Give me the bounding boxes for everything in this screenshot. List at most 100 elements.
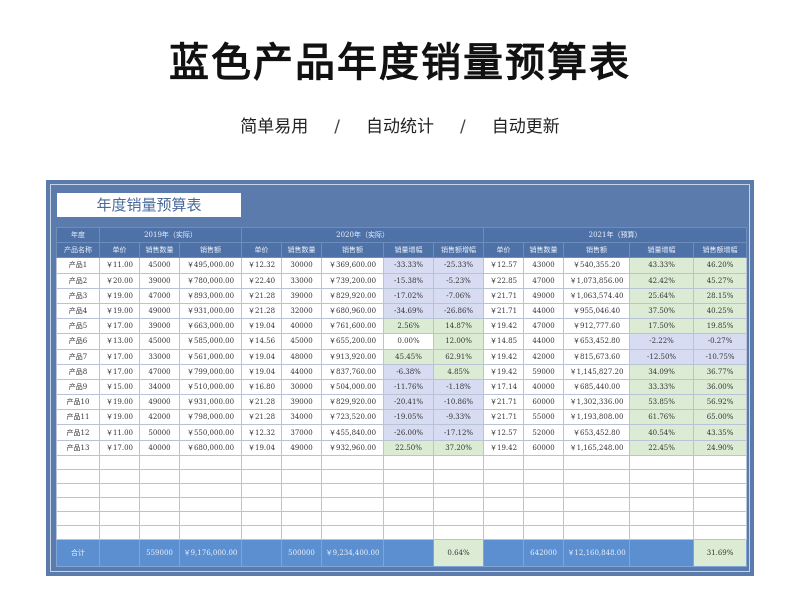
cell-q20[interactable]: 39000 xyxy=(281,394,323,411)
total-empty-cell[interactable] xyxy=(99,538,140,567)
empty-cell[interactable] xyxy=(321,510,385,526)
cell-qg20[interactable]: -26.00% xyxy=(383,424,435,441)
empty-cell[interactable] xyxy=(241,524,283,540)
cell-q20[interactable]: 37000 xyxy=(281,424,323,441)
empty-cell[interactable] xyxy=(629,510,695,526)
total-empty-cell[interactable] xyxy=(483,538,525,567)
empty-cell[interactable] xyxy=(321,454,385,470)
cell-qg21[interactable]: 61.76% xyxy=(629,409,695,426)
cell-a19[interactable]: ￥495,000.00 xyxy=(178,257,243,274)
cell-p20[interactable]: ￥19.04 xyxy=(241,348,283,365)
cell-p20[interactable]: ￥21.28 xyxy=(241,394,283,411)
cell-ag20[interactable]: -25.33% xyxy=(433,257,485,274)
cell-a21[interactable]: ￥1,145,827.20 xyxy=(563,363,631,380)
cell-q19[interactable]: 33000 xyxy=(139,348,180,365)
cell-q20[interactable]: 48000 xyxy=(281,348,323,365)
cell-name[interactable]: 产品5 xyxy=(56,318,100,335)
cell-a20[interactable]: ￥723,520.00 xyxy=(321,409,385,426)
cell-q20[interactable]: 32000 xyxy=(281,302,323,320)
cell-q21[interactable]: 60000 xyxy=(523,439,565,456)
empty-cell[interactable] xyxy=(281,524,323,540)
total-empty-cell[interactable] xyxy=(241,538,283,567)
cell-name[interactable]: 产品13 xyxy=(56,439,100,456)
cell-qg20[interactable]: -20.41% xyxy=(383,394,435,411)
empty-cell[interactable] xyxy=(139,482,180,498)
cell-p19[interactable]: ￥11.00 xyxy=(99,257,140,274)
cell-p19[interactable]: ￥17.00 xyxy=(99,363,140,380)
cell-q21[interactable]: 55000 xyxy=(523,409,565,426)
cell-p20[interactable]: ￥16.80 xyxy=(241,378,283,396)
empty-cell[interactable] xyxy=(629,454,695,470)
cell-qg21[interactable]: -2.22% xyxy=(629,333,695,350)
cell-a19[interactable]: ￥680,000.00 xyxy=(178,439,243,456)
empty-cell[interactable] xyxy=(523,482,565,498)
empty-cell[interactable] xyxy=(321,482,385,498)
empty-cell[interactable] xyxy=(433,524,485,540)
cell-a20[interactable]: ￥829,920.00 xyxy=(321,287,385,304)
cell-q20[interactable]: 45000 xyxy=(281,333,323,350)
cell-qg20[interactable]: -6.38% xyxy=(383,363,435,380)
cell-qg21[interactable]: 25.64% xyxy=(629,287,695,304)
cell-ag21[interactable]: 24.90% xyxy=(693,439,748,456)
cell-ag20[interactable]: -7.06% xyxy=(433,287,485,304)
cell-a19[interactable]: ￥510,000.00 xyxy=(178,378,243,396)
cell-p20[interactable]: ￥14.56 xyxy=(241,333,283,350)
cell-a19[interactable]: ￥663,000.00 xyxy=(178,318,243,335)
empty-cell[interactable] xyxy=(178,510,243,526)
empty-cell[interactable] xyxy=(281,482,323,498)
empty-cell[interactable] xyxy=(99,524,140,540)
empty-cell[interactable] xyxy=(139,468,180,484)
empty-cell[interactable] xyxy=(383,510,435,526)
cell-p21[interactable]: ￥19.42 xyxy=(483,439,525,456)
empty-cell[interactable] xyxy=(99,454,140,470)
cell-p21[interactable]: ￥19.42 xyxy=(483,318,525,335)
cell-ag21[interactable]: 46.20% xyxy=(693,257,748,274)
cell-q20[interactable]: 33000 xyxy=(281,272,323,289)
cell-q20[interactable]: 30000 xyxy=(281,378,323,396)
empty-cell[interactable] xyxy=(56,454,100,470)
cell-p19[interactable]: ￥11.00 xyxy=(99,424,140,441)
cell-p19[interactable]: ￥19.00 xyxy=(99,287,140,304)
empty-cell[interactable] xyxy=(693,524,748,540)
cell-p20[interactable]: ￥21.28 xyxy=(241,302,283,320)
cell-a21[interactable]: ￥1,063,574.40 xyxy=(563,287,631,304)
cell-qg20[interactable]: 45.45% xyxy=(383,348,435,365)
empty-cell[interactable] xyxy=(629,496,695,512)
cell-ag20[interactable]: -5.23% xyxy=(433,272,485,289)
empty-cell[interactable] xyxy=(99,496,140,512)
cell-ag21[interactable]: -10.75% xyxy=(693,348,748,365)
cell-ag20[interactable]: -1.18% xyxy=(433,378,485,396)
cell-p19[interactable]: ￥19.00 xyxy=(99,302,140,320)
empty-cell[interactable] xyxy=(241,496,283,512)
empty-cell[interactable] xyxy=(241,482,283,498)
cell-qg21[interactable]: 40.54% xyxy=(629,424,695,441)
empty-cell[interactable] xyxy=(56,510,100,526)
empty-cell[interactable] xyxy=(99,482,140,498)
cell-q19[interactable]: 42000 xyxy=(139,409,180,426)
cell-q20[interactable]: 30000 xyxy=(281,257,323,274)
empty-cell[interactable] xyxy=(139,496,180,512)
empty-cell[interactable] xyxy=(523,524,565,540)
empty-cell[interactable] xyxy=(99,510,140,526)
total-a19[interactable]: ￥9,176,000.00 xyxy=(178,538,243,567)
empty-cell[interactable] xyxy=(629,482,695,498)
cell-ag21[interactable]: 40.25% xyxy=(693,302,748,320)
cell-p19[interactable]: ￥17.00 xyxy=(99,439,140,456)
cell-q19[interactable]: 39000 xyxy=(139,272,180,289)
total-q20[interactable]: 500000 xyxy=(281,538,323,567)
cell-qg21[interactable]: -12.50% xyxy=(629,348,695,365)
cell-a20[interactable]: ￥504,000.00 xyxy=(321,378,385,396)
cell-name[interactable]: 产品3 xyxy=(56,287,100,304)
empty-cell[interactable] xyxy=(321,468,385,484)
cell-a20[interactable]: ￥369,600.00 xyxy=(321,257,385,274)
empty-cell[interactable] xyxy=(483,454,525,470)
cell-a21[interactable]: ￥685,440.00 xyxy=(563,378,631,396)
total-empty-cell[interactable] xyxy=(629,538,695,567)
empty-cell[interactable] xyxy=(56,468,100,484)
cell-qg20[interactable]: 22.50% xyxy=(383,439,435,456)
empty-cell[interactable] xyxy=(321,524,385,540)
empty-cell[interactable] xyxy=(483,524,525,540)
cell-q19[interactable]: 50000 xyxy=(139,424,180,441)
cell-ag21[interactable]: 65.00% xyxy=(693,409,748,426)
cell-qg20[interactable]: -33.33% xyxy=(383,257,435,274)
